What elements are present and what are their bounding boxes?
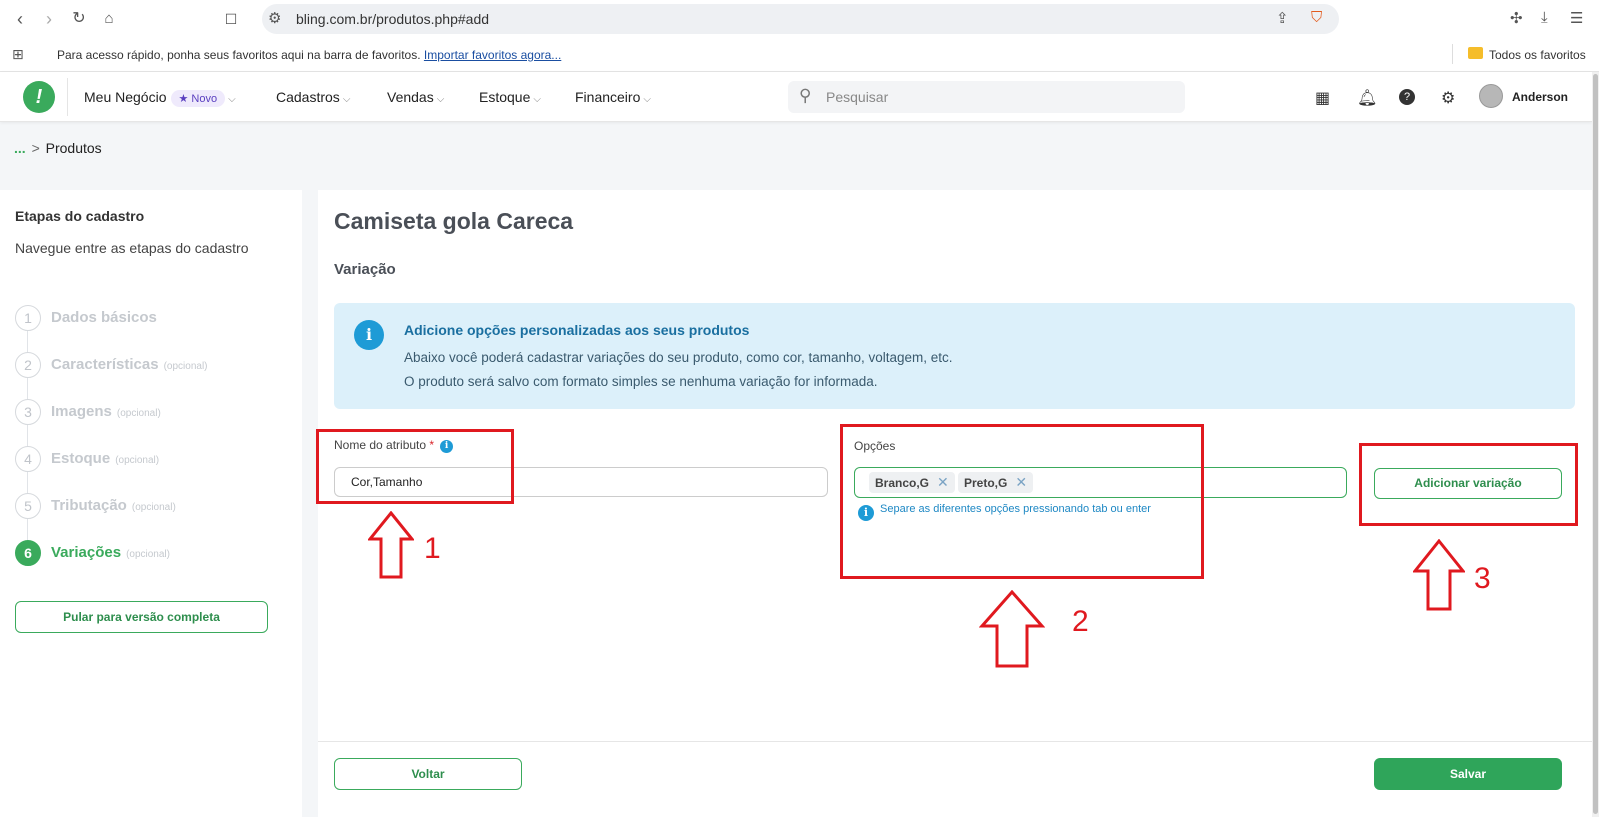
brave-shield-icon[interactable]: ⛉ xyxy=(1311,9,1322,26)
back-icon[interactable]: ‹ xyxy=(9,8,31,30)
sidebar-title: Etapas do cadastro xyxy=(15,208,145,224)
menu-meu-negocio[interactable]: Meu Negócio ★ Novo ⌵ xyxy=(84,89,236,107)
annotation-arrow-up-icon xyxy=(368,511,414,579)
apps-icon[interactable]: ▦ xyxy=(1315,88,1330,108)
chevron-down-icon: ⌵ xyxy=(533,94,541,105)
skip-to-full-version-button[interactable]: Pular para versão completa xyxy=(15,601,268,633)
form-footer: Voltar Salvar xyxy=(318,741,1592,817)
bookmarks-bar: ⊞ Para acesso rápido, ponha seus favorit… xyxy=(0,38,1599,72)
breadcrumb-separator: > xyxy=(31,140,40,156)
menu-estoque[interactable]: Estoque ⌵ xyxy=(479,89,541,105)
steps-sidebar: Etapas do cadastro Navegue entre as etap… xyxy=(0,190,302,817)
annotation-arrow-up-icon xyxy=(979,590,1045,668)
chevron-down-icon: ⌵ xyxy=(228,94,236,105)
divider xyxy=(67,78,68,116)
downloads-icon[interactable]: ⤓ xyxy=(1541,9,1548,26)
scrollbar-thumb[interactable] xyxy=(1593,74,1598,814)
search-input[interactable]: Pesquisar xyxy=(826,89,888,105)
section-title: Variação xyxy=(334,261,396,278)
info-line: O produto será salvo com formato simples… xyxy=(404,374,878,389)
annotation-arrow-up-icon xyxy=(1413,539,1465,611)
breadcrumb-current: Produtos xyxy=(45,140,102,156)
annotation-number-1: 1 xyxy=(424,532,441,565)
share-icon[interactable]: ⇪ xyxy=(1276,9,1289,27)
home-icon[interactable]: ⌂ xyxy=(98,8,120,30)
user-name[interactable]: Anderson xyxy=(1512,90,1568,104)
sidebar-subtitle: Navegue entre as etapas do cadastro xyxy=(15,240,249,256)
annotation-box-3 xyxy=(1359,443,1578,526)
annotation-number-3: 3 xyxy=(1474,562,1491,595)
breadcrumb-dots[interactable]: ... xyxy=(14,140,26,156)
menu-vendas[interactable]: Vendas ⌵ xyxy=(387,89,444,105)
breadcrumb: ... > Produtos xyxy=(14,140,102,156)
search-icon: ⚲ xyxy=(799,86,812,105)
info-icon: i xyxy=(354,320,384,350)
menu-financeiro[interactable]: Financeiro ⌵ xyxy=(575,89,651,105)
gear-icon[interactable]: ⚙ xyxy=(1441,88,1455,108)
bling-logo-icon[interactable]: ! xyxy=(23,81,55,113)
extensions-icon[interactable]: ✣ xyxy=(1510,9,1523,27)
info-line: Abaixo você poderá cadastrar variações d… xyxy=(404,350,953,365)
all-bookmarks-link[interactable]: Todos os favoritos xyxy=(1489,48,1586,62)
forward-icon[interactable]: › xyxy=(38,8,60,30)
novo-badge: ★ Novo xyxy=(170,90,226,107)
annotation-box-1 xyxy=(316,429,514,504)
bookmarks-hint: Para acesso rápido, ponha seus favoritos… xyxy=(57,48,421,62)
reload-icon[interactable]: ↻ xyxy=(68,8,90,30)
menu-icon[interactable]: ☰ xyxy=(1570,9,1583,27)
chevron-down-icon: ⌵ xyxy=(643,94,651,105)
import-bookmarks-link[interactable]: Importar favoritos agora... xyxy=(424,48,561,62)
info-box: i Adicione opções personalizadas aos seu… xyxy=(334,303,1575,409)
chevron-down-icon: ⌵ xyxy=(436,94,445,105)
avatar[interactable] xyxy=(1479,84,1503,108)
back-button[interactable]: Voltar xyxy=(334,758,522,790)
divider xyxy=(1452,44,1453,64)
menu-cadastros[interactable]: Cadastros ⌵ xyxy=(276,89,350,105)
annotation-box-2 xyxy=(840,424,1204,579)
folder-icon xyxy=(1468,47,1483,59)
save-button[interactable]: Salvar xyxy=(1374,758,1562,790)
browser-toolbar: ‹ › ↻ ⌂ ☐ ⚙ bling.com.br/produtos.php#ad… xyxy=(0,0,1599,38)
url-text: bling.com.br/produtos.php#add xyxy=(296,11,490,27)
apps-grid-icon[interactable]: ⊞ xyxy=(12,46,24,63)
site-settings-icon[interactable]: ⚙ xyxy=(268,9,281,27)
app-header: ! Meu Negócio ★ Novo ⌵ Cadastros ⌵ Vendas ⌵ … xyxy=(0,72,1592,122)
bell-icon[interactable]: 🔔︎ xyxy=(1357,88,1377,108)
bookmark-icon[interactable]: ☐ xyxy=(220,8,242,30)
info-title: Adicione opções personalizadas aos seus … xyxy=(404,322,750,338)
annotation-number-2: 2 xyxy=(1072,605,1089,638)
help-icon[interactable]: ? xyxy=(1399,89,1415,105)
product-title: Camiseta gola Careca xyxy=(334,208,574,234)
chevron-down-icon: ⌵ xyxy=(342,94,351,105)
